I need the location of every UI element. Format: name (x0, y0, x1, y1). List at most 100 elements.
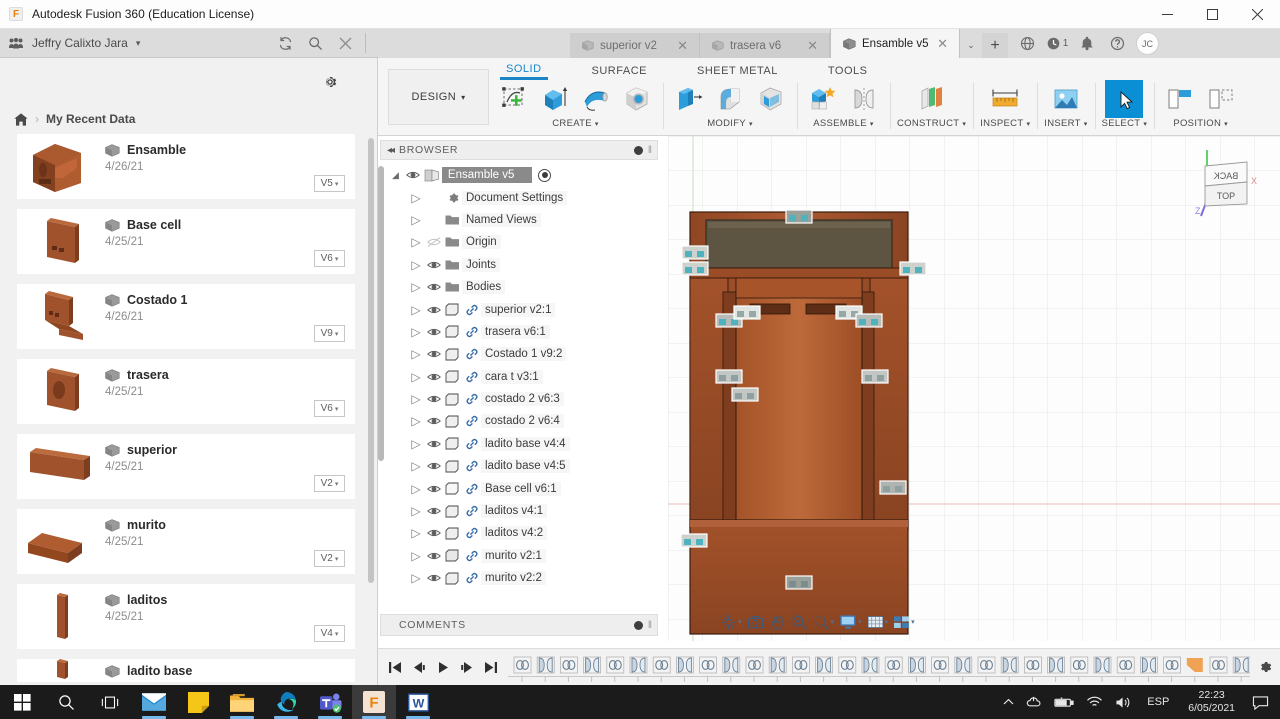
expand-arrow-icon[interactable]: ◢ (392, 170, 399, 181)
insert-image-button[interactable] (1047, 80, 1085, 118)
eye-icon[interactable] (424, 551, 443, 561)
grid-snap-icon[interactable]: ▾ (865, 611, 891, 633)
timeline-feature[interactable] (537, 657, 554, 673)
timeline-feature[interactable] (1024, 657, 1041, 673)
list-item[interactable]: trasera 4/25/21 V6 ▾ (16, 358, 356, 425)
expand-arrow-icon[interactable]: ▷ (408, 191, 424, 205)
clock-icon[interactable]: 1 (1042, 29, 1072, 58)
tree-node-joints[interactable]: ▷ Joints (380, 254, 666, 276)
shell-button[interactable] (752, 80, 790, 118)
user-name-label[interactable]: Jeffry Calixto Jara (32, 36, 128, 50)
expand-arrow-icon[interactable]: ▷ (408, 303, 424, 317)
expand-arrow-icon[interactable]: ▷ (408, 571, 424, 585)
timeline-feature[interactable] (1140, 657, 1157, 673)
sticky-notes-app[interactable] (176, 685, 220, 719)
comments-bar[interactable]: COMMENTS ‖ (380, 614, 658, 636)
expand-arrow-icon[interactable]: ▷ (408, 347, 424, 361)
select-group-label[interactable]: SELECT ▾ (1102, 118, 1148, 129)
tree-node-component[interactable]: ▷ murito v2:2 (380, 567, 666, 589)
step-back-button[interactable] (408, 655, 430, 679)
timeline-feature[interactable] (560, 657, 577, 673)
doc-tab-close-icon[interactable]: ✕ (804, 38, 821, 54)
viewcube[interactable]: BACK TOP X Z (1189, 148, 1263, 223)
collapse-panel-icon[interactable]: ◂◂ (381, 145, 399, 156)
expand-arrow-icon[interactable]: ▷ (408, 414, 424, 428)
list-item[interactable]: superior 4/25/21 V2 ▾ (16, 433, 356, 500)
expand-arrow-icon[interactable]: ▷ (408, 504, 424, 518)
timeline-feature[interactable] (1117, 657, 1134, 673)
timeline-feature[interactable] (700, 657, 717, 673)
tree-node-component[interactable]: ▷ trasera v6:1 (380, 321, 666, 343)
eye-icon[interactable] (424, 260, 443, 270)
tab-sheet-metal[interactable]: SHEET METAL (691, 61, 784, 80)
search-icon[interactable] (44, 685, 88, 719)
tab-solid[interactable]: SOLID (500, 61, 548, 80)
viewport-canvas[interactable]: BACK TOP X Z ▾ (668, 136, 1280, 641)
go-to-start-button[interactable] (384, 655, 406, 679)
chevron-down-icon[interactable]: ▾ (738, 618, 742, 626)
timeline-feature[interactable] (816, 657, 833, 673)
step-forward-button[interactable] (456, 655, 478, 679)
mail-app[interactable] (132, 685, 176, 719)
gear-icon[interactable] (1250, 659, 1280, 675)
eye-icon[interactable] (424, 282, 443, 292)
eye-icon[interactable] (424, 394, 443, 404)
expand-arrow-icon[interactable]: ▷ (408, 370, 424, 384)
fusion360-app[interactable]: F (352, 685, 396, 719)
doc-tab-superior[interactable]: superior v2 ✕ (570, 33, 700, 58)
timeline-feature[interactable] (978, 657, 995, 673)
tree-node-root[interactable]: ◢ Ensamble v5 (380, 164, 666, 186)
tree-node-component[interactable]: ▷ ladito base v4:5 (380, 455, 666, 477)
wifi-icon[interactable] (1080, 685, 1109, 719)
move-copy-button[interactable] (1202, 80, 1240, 118)
hole-button[interactable] (618, 80, 656, 118)
doc-tab-close-icon[interactable]: ✕ (674, 38, 691, 54)
fillet-button[interactable] (711, 80, 749, 118)
onedrive-icon[interactable] (1020, 685, 1048, 719)
home-icon[interactable] (14, 113, 28, 126)
list-item[interactable]: Base cell 4/25/21 V6 ▾ (16, 208, 356, 275)
new-tab-button[interactable]: + (982, 33, 1008, 58)
timeline-feature[interactable] (839, 657, 856, 673)
close-icon[interactable] (330, 29, 360, 58)
play-button[interactable] (432, 655, 454, 679)
press-pull-button[interactable] (670, 80, 708, 118)
eye-icon[interactable] (424, 372, 443, 382)
timeline-feature[interactable] (769, 657, 786, 673)
bell-icon[interactable] (1072, 29, 1102, 58)
timeline-feature[interactable] (1094, 657, 1111, 673)
tab-overflow-caret-icon[interactable]: ⌄ (960, 33, 982, 58)
start-button[interactable] (0, 685, 44, 719)
tree-node-component[interactable]: ▷ ladito base v4:4 (380, 433, 666, 455)
expand-arrow-icon[interactable]: ▷ (408, 280, 424, 294)
help-icon[interactable] (1102, 29, 1132, 58)
item-version-dropdown[interactable]: V2 ▾ (314, 550, 345, 567)
item-version-dropdown[interactable]: V6 ▾ (314, 250, 345, 267)
timeline-feature[interactable] (885, 657, 902, 673)
tray-chevron-icon[interactable] (997, 685, 1020, 719)
position-group-label[interactable]: POSITION ▾ (1173, 118, 1228, 129)
timeline-feature[interactable] (746, 657, 763, 673)
file-explorer-app[interactable] (220, 685, 264, 719)
select-tool-button[interactable] (1105, 80, 1143, 118)
expand-arrow-icon[interactable]: ▷ (408, 526, 424, 540)
item-version-dropdown[interactable]: V5 ▾ (314, 175, 345, 192)
doc-tab-close-icon[interactable]: ✕ (934, 36, 951, 52)
create-sketch-button[interactable] (495, 80, 533, 118)
tree-node-component[interactable]: ▷ laditos v4:1 (380, 500, 666, 522)
display-settings-icon[interactable]: ▾ (837, 611, 864, 633)
timeline-feature[interactable] (676, 657, 693, 673)
timeline-feature[interactable] (607, 657, 624, 673)
eye-icon[interactable] (404, 170, 423, 180)
tree-node-component[interactable]: ▷ Costado 1 v9:2 (380, 343, 666, 365)
measure-button[interactable] (986, 80, 1024, 118)
timeline-feature[interactable] (514, 657, 531, 673)
zoom-in-icon[interactable] (789, 611, 810, 633)
modify-group-label[interactable]: MODIFY ▾ (707, 118, 753, 129)
avatar[interactable]: JC (1136, 32, 1159, 55)
notification-icon[interactable] (1245, 695, 1280, 710)
timeline-feature[interactable] (1210, 657, 1227, 673)
expand-arrow-icon[interactable]: ▷ (408, 549, 424, 563)
item-version-dropdown[interactable]: V2 ▾ (314, 475, 345, 492)
tree-node-component[interactable]: ▷ cara t v3:1 (380, 366, 666, 388)
